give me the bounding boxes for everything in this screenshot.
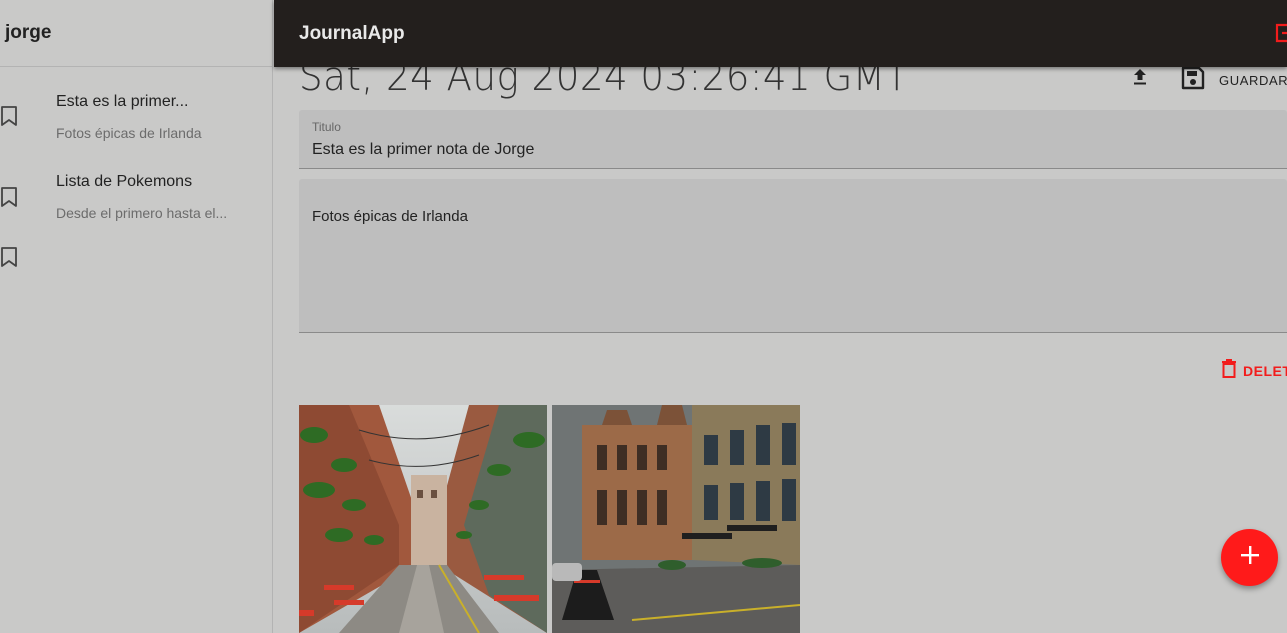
- sidebar-header: jorge: [0, 0, 272, 67]
- note-title: Lista de Pokemons: [56, 173, 193, 190]
- sidebar: jorge Esta es la primer... Fotos épicas …: [0, 0, 273, 633]
- upload-icon[interactable]: [1130, 66, 1150, 93]
- add-note-button[interactable]: [1221, 529, 1278, 586]
- topbar: JournalApp: [274, 0, 1287, 67]
- save-button[interactable]: GUARDAR: [1180, 65, 1287, 96]
- body-field[interactable]: Fotos épicas de Irlanda: [299, 179, 1287, 333]
- logout-icon[interactable]: [1273, 22, 1287, 49]
- trash-icon: [1220, 358, 1238, 383]
- street-alley-photo: [299, 405, 547, 633]
- app-title: JournalApp: [299, 22, 405, 44]
- sidebar-username: jorge: [5, 22, 52, 43]
- note-title: Esta es la primer...: [56, 93, 189, 110]
- bookmark-icon: [0, 186, 20, 213]
- save-icon: [1180, 65, 1206, 96]
- note-subtitle: Desde el primero hasta el...: [56, 205, 228, 221]
- note-subtitle: Fotos épicas de Irlanda: [56, 125, 202, 141]
- save-label: GUARDAR: [1219, 73, 1287, 88]
- bookmark-icon: [0, 246, 20, 273]
- sidebar-note-item[interactable]: Lista de Pokemons Desde el primero hasta…: [0, 170, 273, 230]
- body-textarea[interactable]: Fotos épicas de Irlanda: [312, 208, 468, 225]
- title-input[interactable]: Esta es la primer nota de Jorge: [312, 141, 534, 159]
- sidebar-note-item[interactable]: Esta es la primer... Fotos épicas de Irl…: [0, 90, 273, 150]
- sidebar-note-item[interactable]: [0, 240, 273, 280]
- delete-label: DELETE: [1243, 362, 1287, 379]
- plus-icon: [1239, 544, 1261, 571]
- historic-building-photo: [552, 405, 800, 633]
- title-field-label: Titulo: [312, 120, 341, 134]
- delete-button[interactable]: DELETE: [1220, 358, 1287, 383]
- title-field[interactable]: Titulo Esta es la primer nota de Jorge: [299, 110, 1287, 169]
- bookmark-icon: [0, 105, 20, 132]
